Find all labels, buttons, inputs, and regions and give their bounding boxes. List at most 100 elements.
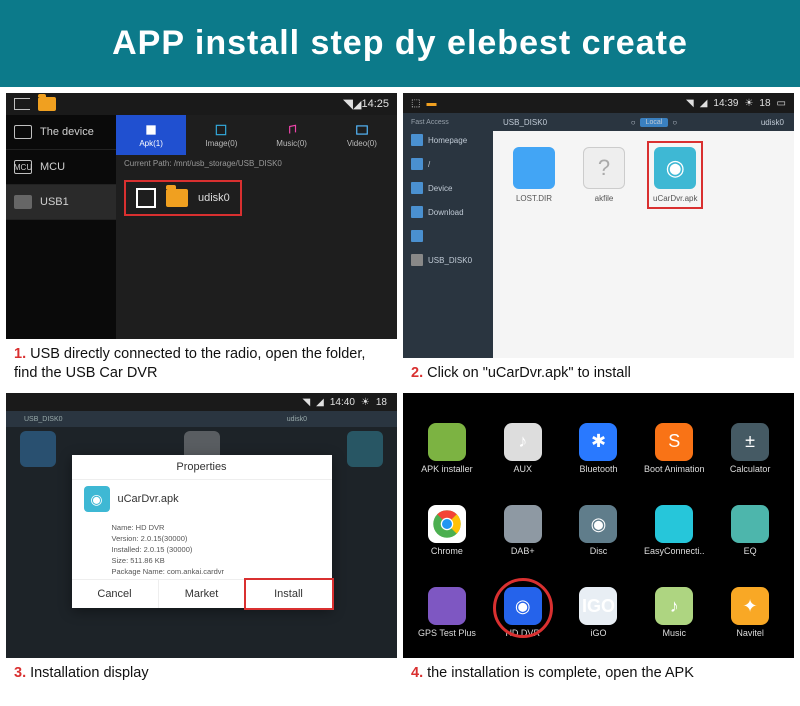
folder-icon[interactable] <box>38 97 56 111</box>
tab-label: Apk(1) <box>139 139 163 148</box>
usb-icon <box>411 254 423 266</box>
tab-video[interactable]: Video(0) <box>327 115 397 155</box>
step-4-caption: 4.the installation is complete, open the… <box>403 658 794 687</box>
app-label: Navitel <box>736 628 764 638</box>
sidebar-item-label: The device <box>40 126 94 138</box>
tab-label: Music(0) <box>276 139 307 148</box>
download-icon <box>411 206 423 218</box>
sidebar-item-homepage[interactable]: Homepage <box>403 128 493 152</box>
property-row: Version: 2.0.15(30000) <box>112 533 320 544</box>
step-4: APK installer♪AUX✱BluetoothSBoot Animati… <box>403 393 794 687</box>
tab-image[interactable]: Image(0) <box>186 115 256 155</box>
app-gps-test-plus[interactable]: GPS Test Plus <box>409 572 485 654</box>
step-3: ◥ ◢ 14:40 ☀ 18 USB_DISK0udisk0 Propertie… <box>6 393 397 687</box>
sidebar-item-label: USB_DISK0 <box>428 256 472 265</box>
sidebar-item-device[interactable]: The device <box>6 115 116 150</box>
tab-label: Video(0) <box>347 139 377 148</box>
app-label: Chrome <box>431 546 463 556</box>
app-icon: IGO <box>579 587 617 625</box>
sidebar-item-usb1[interactable]: USB1 <box>6 185 116 220</box>
tab-music[interactable]: Music(0) <box>257 115 327 155</box>
app-icon <box>428 423 466 461</box>
signal-icon: ◢ <box>353 98 361 111</box>
app-eq[interactable]: EQ <box>712 489 788 571</box>
sidebar: Fast Access Homepage / Device Download U… <box>403 113 493 358</box>
install-button[interactable]: Install <box>244 578 334 610</box>
app-icon <box>428 587 466 625</box>
sidebar-item-mcu[interactable]: MCU MCU <box>6 150 116 185</box>
back-icon[interactable]: ⬚ <box>411 98 420 109</box>
breadcrumb-right: udisk0 <box>761 118 784 127</box>
sidebar-item-label: Homepage <box>428 136 467 145</box>
device-icon <box>14 125 32 139</box>
wifi-icon: ◥ <box>343 96 353 112</box>
sidebar-item-label: MCU <box>40 161 65 173</box>
step-3-caption: 3.Installation display <box>6 658 397 687</box>
app-label: HD DVR <box>505 628 540 638</box>
sidebar-item-usbdisk0[interactable]: USB_DISK0 <box>403 248 493 272</box>
market-button[interactable]: Market <box>159 580 246 608</box>
app-dab-[interactable]: DAB+ <box>485 489 561 571</box>
clock: 14:25 <box>361 98 389 110</box>
image-icon <box>214 123 228 137</box>
tab-apk[interactable]: Apk(1) <box>116 115 186 155</box>
tab-label: Image(0) <box>205 139 237 148</box>
app-label: Disc <box>590 546 608 556</box>
app-apk-installer[interactable]: APK installer <box>409 407 485 489</box>
sidebar-item-blank[interactable] <box>403 224 493 248</box>
breadcrumb-left: USB_DISK0 <box>503 118 547 127</box>
folder-icon[interactable]: ▬ <box>426 98 436 109</box>
temperature: 18 <box>759 98 770 109</box>
signal-icon: ◢ <box>316 397 324 408</box>
device-icon <box>411 182 423 194</box>
sidebar-header: Fast Access <box>403 115 493 128</box>
status-bar <box>403 393 794 403</box>
step-1-caption: 1.USB directly connected to the radio, o… <box>6 339 397 387</box>
clock: 14:39 <box>713 98 738 109</box>
breadcrumb: USB_DISK0udisk0 <box>6 411 397 427</box>
root-icon <box>411 158 423 170</box>
folder-lostdir[interactable]: LOST.DIR <box>513 147 555 203</box>
file-browser: USB_DISK0 ○Local○ udisk0 LOST.DIR ? akfi… <box>493 113 794 358</box>
usb-icon <box>14 195 32 209</box>
app-bluetooth[interactable]: ✱Bluetooth <box>561 407 637 489</box>
app-hd-dvr[interactable]: ◉HD DVR <box>485 572 561 654</box>
app-icon <box>655 505 693 543</box>
mcu-icon: MCU <box>14 160 32 174</box>
wifi-icon: ◥ <box>686 98 694 109</box>
sidebar-item-download[interactable]: Download <box>403 200 493 224</box>
status-bar: ◥ ◢ 14:25 <box>6 93 397 115</box>
app-calculator[interactable]: ±Calculator <box>712 407 788 489</box>
app-navitel[interactable]: ✦Navitel <box>712 572 788 654</box>
app-aux[interactable]: ♪AUX <box>485 407 561 489</box>
app-icon <box>731 505 769 543</box>
checkbox[interactable] <box>136 188 156 208</box>
weather-icon: ☀ <box>744 98 753 109</box>
sidebar-item-label: / <box>428 160 430 169</box>
steps-grid: ◥ ◢ 14:25 The device MCU MCU USB1 <box>0 87 800 693</box>
step-2: ⬚ ▬ ◥ ◢ 14:39 ☀ 18 ▭ Fast Access Homepag… <box>403 93 794 387</box>
file-akfile[interactable]: ? akfile <box>583 147 625 203</box>
dialog-header: ◉ uCarDvr.apk <box>72 480 332 518</box>
sidebar-item-root[interactable]: / <box>403 152 493 176</box>
sidebar-item-device[interactable]: Device <box>403 176 493 200</box>
app-label: DAB+ <box>511 546 535 556</box>
app-boot-animation[interactable]: SBoot Animation <box>636 407 712 489</box>
app-music[interactable]: ♪Music <box>636 572 712 654</box>
back-icon[interactable] <box>14 98 30 110</box>
app-igo[interactable]: IGOiGO <box>561 572 637 654</box>
property-row: Size: 511.86 KB <box>112 555 320 566</box>
app-easyconnecti-[interactable]: EasyConnecti.. <box>636 489 712 571</box>
cancel-button[interactable]: Cancel <box>72 580 159 608</box>
app-disc[interactable]: ◉Disc <box>561 489 637 571</box>
app-label: EQ <box>744 546 757 556</box>
property-row: Name: HD DVR <box>112 522 320 533</box>
app-label: EasyConnecti.. <box>644 546 705 556</box>
apk-filename: uCarDvr.apk <box>118 493 179 505</box>
file-ucardvr-apk[interactable]: ◉ uCarDvr.apk <box>647 141 703 209</box>
app-chrome[interactable]: Chrome <box>409 489 485 571</box>
step-2-caption: 2.Click on "uCarDvr.apk" to install <box>403 358 794 387</box>
app-icon <box>504 505 542 543</box>
property-row: Package Name: com.ankai.cardvr <box>112 566 320 577</box>
folder-item-udisk0[interactable]: udisk0 <box>124 180 242 216</box>
